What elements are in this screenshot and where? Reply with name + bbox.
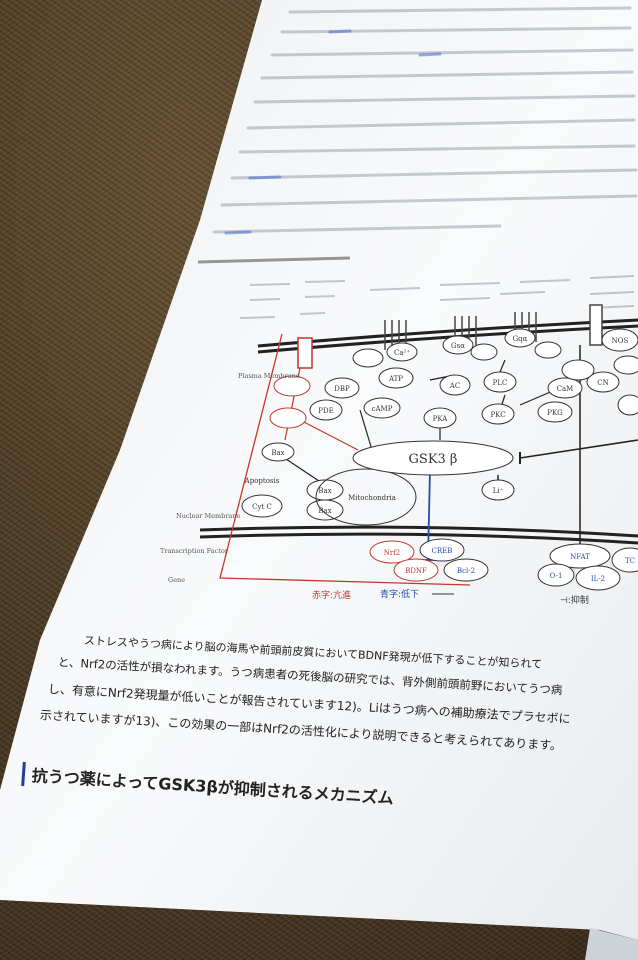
- node-ac: AC: [449, 382, 460, 390]
- node-plc: PLC: [493, 379, 508, 387]
- node-apoptosis: Apoptosis: [244, 477, 280, 485]
- label-plasma-membrane: Plasma Membrane: [238, 372, 300, 380]
- node-o1: O-1: [550, 572, 563, 580]
- node-mitochondria: Mitochondria: [348, 494, 396, 502]
- node-bax1: Bax: [271, 449, 284, 457]
- gsk3b-label: GSK3 β: [409, 452, 458, 467]
- node-pde: PDE: [318, 407, 333, 415]
- node-dbp: DBP: [334, 385, 350, 393]
- node-creb: CREB: [432, 547, 453, 555]
- node-li: Li⁺: [493, 487, 504, 495]
- label-gene: Gene: [168, 576, 185, 584]
- legend-blue: 青字:低下: [380, 588, 419, 600]
- node-pkc: PKC: [490, 411, 505, 419]
- node-pka: PKA: [433, 415, 449, 423]
- node-pkg: PKG: [547, 409, 563, 417]
- node-bcl2: Bcl-2: [457, 567, 475, 575]
- node-il2: IL-2: [591, 575, 605, 583]
- label-transcription-factor: Transcription Factor: [160, 547, 229, 555]
- node-nfat: NFAT: [570, 553, 590, 561]
- node-cam: CaM: [557, 385, 574, 393]
- node-bax2: Bax: [318, 487, 331, 495]
- legend-suppress: ⊣:抑制: [560, 594, 589, 606]
- legend-red: 赤字:亢進: [312, 589, 351, 601]
- node-ca: Ca²⁺: [394, 349, 410, 357]
- node-atp: ATP: [388, 375, 403, 383]
- node-tc: TC: [625, 557, 635, 565]
- node-bax3: Bax: [318, 507, 331, 515]
- label-nuclear-membrane: Nuclear Membrane: [176, 512, 240, 520]
- node-cn: CN: [597, 379, 608, 387]
- node-nos: NOS: [612, 337, 629, 345]
- node-bdnf: BDNF: [405, 567, 427, 575]
- node-gsa: Gsα: [451, 342, 465, 350]
- node-camp: cAMP: [372, 405, 393, 413]
- node-nrf2: Nrf2: [384, 549, 401, 557]
- node-gqa: Gqα: [513, 335, 528, 343]
- paper-sheet: Ca²⁺ Gsα Gqα ATP DBP AC PLC PDE cAMP PKA…: [0, 0, 638, 960]
- node-cytc: Cyt C: [252, 503, 272, 511]
